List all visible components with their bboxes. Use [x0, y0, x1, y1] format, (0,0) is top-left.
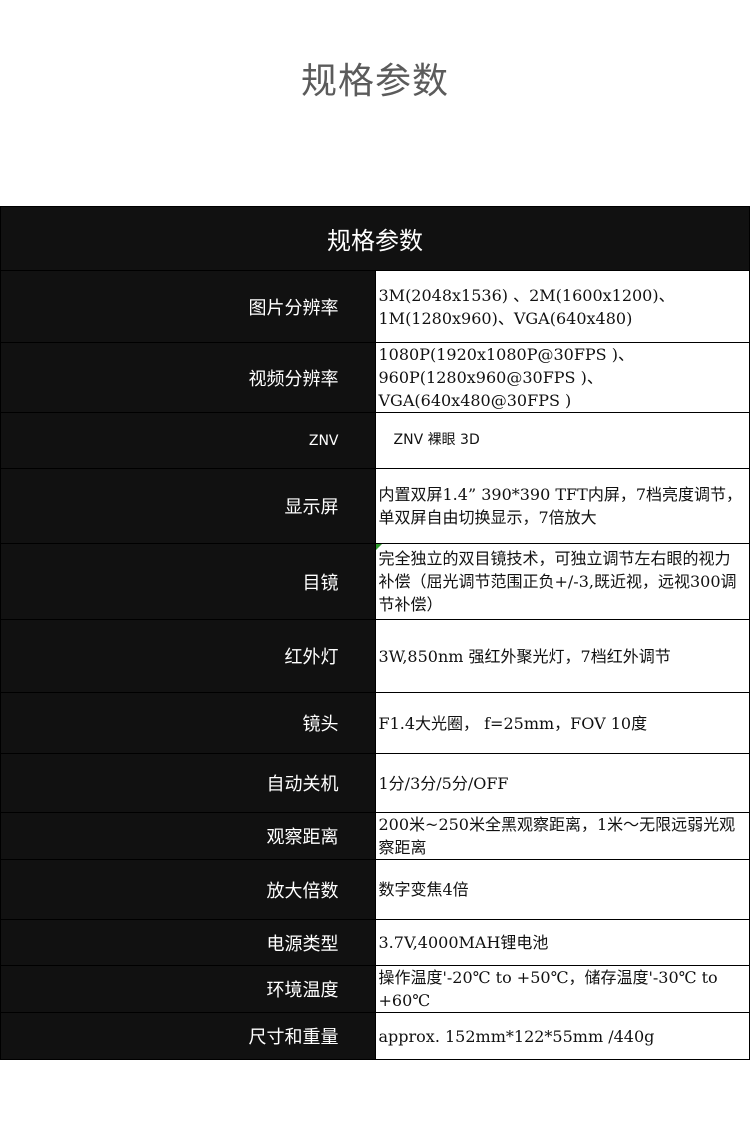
spec-label: 自动关机 [0, 753, 376, 813]
spec-value: 1分/3分/5分/OFF [374, 753, 750, 813]
spec-row-image-resolution: 图片分辨率 3M(2048x1536) 、2M(1600x1200)、1M(12… [0, 270, 750, 343]
spec-value: 内置双屏1.4” 390*390 TFT内屏，7档亮度调节，单双屏自由切换显示，… [374, 468, 750, 544]
spec-row-display: 显示屏 内置双屏1.4” 390*390 TFT内屏，7档亮度调节，单双屏自由切… [0, 468, 750, 544]
spec-row-auto-off: 自动关机 1分/3分/5分/OFF [0, 753, 750, 813]
spec-label: 观察距离 [0, 812, 376, 860]
page-title: 规格参数 [300, 61, 449, 102]
spec-label: 尺寸和重量 [0, 1012, 376, 1060]
spec-row-infrared: 红外灯 3W,850nm 强红外聚光灯，7档红外调节 [0, 619, 750, 693]
spec-value: 3W,850nm 强红外聚光灯，7档红外调节 [374, 619, 750, 693]
spec-label: 环境温度 [0, 965, 376, 1013]
spec-label: 电源类型 [0, 919, 376, 966]
spec-value: 200米~250米全黑观察距离，1米～无限远弱光观察距离 [374, 812, 750, 860]
spec-row-temperature: 环境温度 操作温度'-20℃ to +50℃，储存温度'-30℃ to +60℃ [0, 965, 750, 1013]
spec-row-eyepiece: 目镜 完全独立的双目镜技术，可独立调节左右眼的视力补偿（屈光调节范围正负+/-3… [0, 543, 750, 620]
spec-label: 放大倍数 [0, 859, 376, 920]
spec-value: 数字变焦4倍 [374, 859, 750, 920]
spec-row-magnification: 放大倍数 数字变焦4倍 [0, 859, 750, 920]
spec-row-lens: 镜头 F1.4大光圈， f=25mm，FOV 10度 [0, 692, 750, 754]
spec-value: 1080P(1920x1080P@30FPS )、960P(1280x960@3… [374, 342, 750, 413]
spec-label: ZNV [0, 412, 376, 469]
spec-value: ZNV 裸眼 3D [374, 412, 750, 469]
spec-row-size-weight: 尺寸和重量 approx. 152mm*122*55mm /440g [0, 1012, 750, 1060]
spec-row-znv: ZNV ZNV 裸眼 3D [0, 412, 750, 469]
spec-row-observation-distance: 观察距离 200米~250米全黑观察距离，1米～无限远弱光观察距离 [0, 812, 750, 860]
spec-row-video-resolution: 视频分辨率 1080P(1920x1080P@30FPS )、960P(1280… [0, 342, 750, 413]
spec-value-text: 完全独立的双目镜技术，可独立调节左右眼的视力补偿（屈光调节范围正负+/-3,既近… [378, 549, 737, 614]
spec-value: 操作温度'-20℃ to +50℃，储存温度'-30℃ to +60℃ [374, 965, 750, 1013]
spec-value: F1.4大光圈， f=25mm，FOV 10度 [374, 692, 750, 754]
table-header: 规格参数 [0, 206, 750, 271]
spec-label: 图片分辨率 [0, 270, 376, 343]
spec-value: approx. 152mm*122*55mm /440g [374, 1012, 750, 1060]
spec-row-power: 电源类型 3.7V,4000MAH锂电池 [0, 919, 750, 966]
spec-value: 3.7V,4000MAH锂电池 [374, 919, 750, 966]
spec-label: 镜头 [0, 692, 376, 754]
spec-value: 完全独立的双目镜技术，可独立调节左右眼的视力补偿（屈光调节范围正负+/-3,既近… [374, 543, 750, 620]
spec-label: 目镜 [0, 543, 376, 620]
spec-label: 显示屏 [0, 468, 376, 544]
green-corner-mark [375, 544, 382, 550]
spec-value: 3M(2048x1536) 、2M(1600x1200)、1M(1280x960… [374, 270, 750, 343]
table-header-row: 规格参数 [0, 206, 750, 271]
spec-table: 规格参数 图片分辨率 3M(2048x1536) 、2M(1600x1200)、… [0, 206, 750, 1060]
spec-label: 视频分辨率 [0, 342, 376, 413]
spec-label: 红外灯 [0, 619, 376, 693]
